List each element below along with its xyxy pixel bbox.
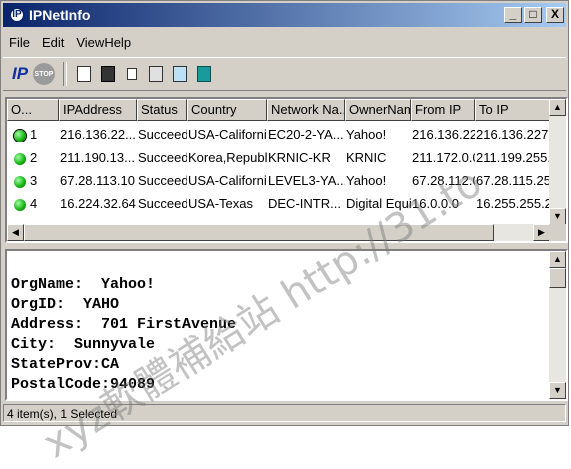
cell-status: Succeed	[138, 150, 187, 165]
cell-order: 2	[30, 150, 38, 165]
column-header-from-ip[interactable]: From IP	[411, 99, 475, 121]
cell-network-name: LEVEL3-YA...	[268, 173, 345, 188]
cell-country: USA-Texas	[188, 196, 254, 211]
scroll-up-icon[interactable]: ▲	[549, 251, 566, 268]
list-rows: 1 216.136.22... Succeed USA-California E…	[7, 123, 566, 215]
stop-button[interactable]: STOP	[33, 63, 55, 85]
column-header-country[interactable]: Country	[187, 99, 267, 121]
properties-button[interactable]	[73, 63, 95, 85]
cell-to-ip: 211.199.255.255	[476, 150, 559, 165]
toolbar: IP STOP	[3, 57, 566, 91]
cell-ipaddress: 67.28.113.10	[60, 173, 135, 188]
cell-from-ip: 216.136.224.0	[412, 127, 475, 142]
title-bar[interactable]: IP IPNetInfo _ □ X	[3, 3, 566, 27]
table-row[interactable]: 3 67.28.113.10 Succeed USA-California LE…	[7, 169, 566, 192]
menu-view[interactable]: View	[70, 35, 104, 50]
cell-country: Korea,Republic of	[188, 150, 267, 165]
maximize-button[interactable]: □	[524, 7, 542, 23]
column-header-order[interactable]: O...	[7, 99, 59, 121]
column-header-status[interactable]: Status	[137, 99, 187, 121]
cell-status: Succeed	[138, 173, 187, 188]
cell-order: 4	[30, 196, 38, 211]
status-text: 4 item(s), 1 Selected	[3, 404, 566, 422]
scroll-left-icon[interactable]: ◀	[7, 224, 24, 241]
column-header-owner-name[interactable]: OwnerName	[345, 99, 411, 121]
cell-owner-name: Digital Equipment...	[346, 196, 411, 211]
cell-from-ip: 16.0.0.0	[412, 196, 459, 211]
scroll-right-icon[interactable]: ▶	[533, 224, 550, 241]
cell-network-name: EC20-2-YA...	[268, 127, 344, 142]
app-window: IP IPNetInfo _ □ X File Edit View Help I…	[0, 0, 569, 426]
scroll-down-icon[interactable]: ▼	[549, 382, 566, 399]
cell-order: 3	[30, 173, 38, 188]
copy-button[interactable]	[121, 63, 143, 85]
cell-ipaddress: 216.136.22...	[60, 127, 136, 142]
results-list[interactable]: O... IPAddress Status Country Network Na…	[5, 97, 568, 243]
scrollbar-corner	[549, 224, 566, 241]
list-horizontal-scrollbar[interactable]: ◀ ▶	[7, 224, 550, 241]
horizontal-scroll-thumb[interactable]	[24, 224, 494, 241]
table-row[interactable]: 4 16.224.32.64 Succeed USA-Texas DEC-INT…	[7, 192, 566, 215]
cell-status: Succeed	[138, 127, 187, 142]
save-button[interactable]	[97, 63, 119, 85]
close-button[interactable]: X	[546, 7, 564, 23]
table-row[interactable]: 2 211.190.13... Succeed Korea,Republic o…	[7, 146, 566, 169]
find-icon	[173, 66, 187, 82]
menu-file[interactable]: File	[3, 35, 36, 50]
floppy-disk-icon	[101, 66, 115, 82]
list-header: O... IPAddress Status Country Network Na…	[7, 99, 566, 121]
menu-bar: File Edit View Help	[3, 31, 566, 53]
exit-icon	[197, 66, 211, 82]
cell-country: USA-California	[188, 173, 267, 188]
cell-to-ip: 216.136.227.255	[476, 127, 559, 142]
cell-order: 1	[30, 127, 38, 142]
cell-to-ip: 16.255.255.255	[476, 196, 559, 211]
scroll-down-icon[interactable]: ▼	[549, 208, 566, 225]
app-icon: IP	[9, 7, 25, 23]
html-report-button[interactable]	[145, 63, 167, 85]
cell-to-ip: 67.28.115.255	[476, 173, 559, 188]
vertical-scroll-thumb[interactable]	[549, 268, 566, 288]
whois-details-text: OrgName: Yahoo! OrgID: YAHO Address: 701…	[11, 276, 237, 393]
report-icon	[149, 66, 163, 82]
details-pane[interactable]: OrgName: Yahoo! OrgID: YAHO Address: 701…	[5, 249, 568, 401]
scroll-up-icon[interactable]: ▲	[549, 99, 566, 116]
lookup-ip-button[interactable]: IP	[9, 63, 31, 85]
exit-button[interactable]	[193, 63, 215, 85]
document-icon	[77, 66, 91, 82]
cell-network-name: DEC-INTR...	[268, 196, 341, 211]
status-dot-icon	[14, 152, 26, 165]
menu-help[interactable]: Help	[104, 35, 137, 50]
status-bar: 4 item(s), 1 Selected	[3, 403, 566, 423]
details-vertical-scrollbar[interactable]: ▲ ▼	[549, 251, 566, 399]
minimize-button[interactable]: _	[504, 7, 522, 23]
cell-from-ip: 67.28.112.0	[412, 173, 475, 188]
cell-owner-name: Yahoo!	[346, 127, 387, 142]
table-row[interactable]: 1 216.136.22... Succeed USA-California E…	[7, 123, 566, 146]
status-dot-icon	[14, 129, 26, 142]
column-header-ipaddress[interactable]: IPAddress	[59, 99, 137, 121]
column-header-to-ip[interactable]: To IP	[475, 99, 559, 121]
find-button[interactable]	[169, 63, 191, 85]
cell-owner-name: KRNIC	[346, 150, 387, 165]
column-header-network-name[interactable]: Network Na...	[267, 99, 345, 121]
cell-ipaddress: 211.190.13...	[60, 150, 135, 165]
status-dot-icon	[14, 198, 26, 211]
menu-edit[interactable]: Edit	[36, 35, 70, 50]
cell-ipaddress: 16.224.32.64	[60, 196, 136, 211]
list-vertical-scrollbar[interactable]: ▲ ▼	[549, 99, 566, 225]
cell-status: Succeed	[138, 196, 187, 211]
cell-owner-name: Yahoo!	[346, 173, 387, 188]
window-title: IPNetInfo	[29, 7, 91, 23]
cell-country: USA-California	[188, 127, 267, 142]
toolbar-separator	[63, 62, 67, 86]
cell-network-name: KRNIC-KR	[268, 150, 331, 165]
status-dot-icon	[14, 175, 26, 188]
copy-icon	[127, 68, 137, 80]
cell-from-ip: 211.172.0.0	[412, 150, 475, 165]
